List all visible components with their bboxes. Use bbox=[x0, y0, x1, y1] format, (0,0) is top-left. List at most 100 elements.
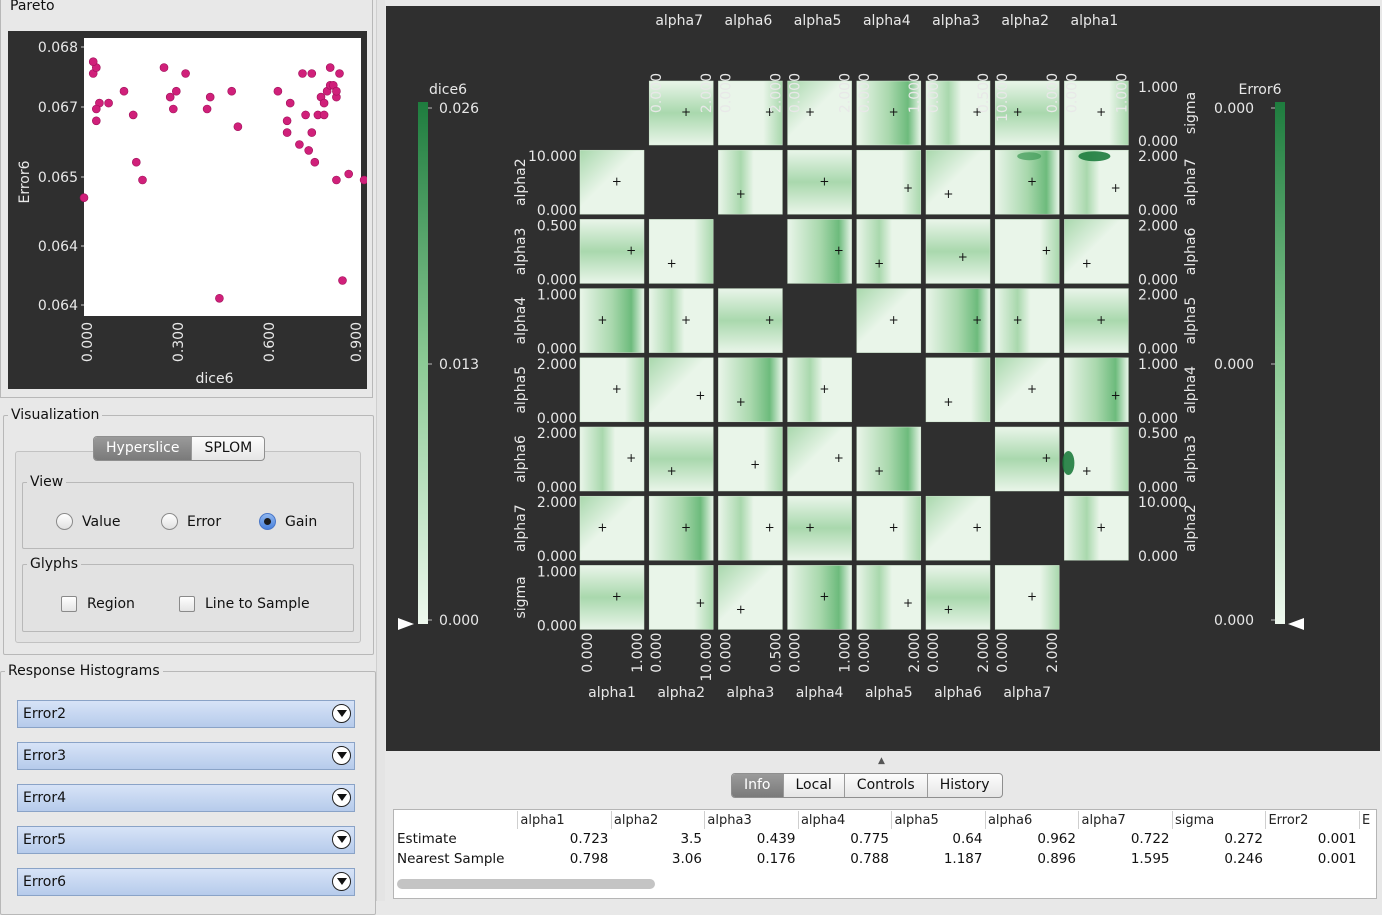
slice-cell[interactable] bbox=[718, 149, 783, 215]
slice-cell[interactable] bbox=[648, 219, 714, 284]
left-colorbar-slider-icon[interactable] bbox=[398, 618, 414, 630]
vertical-splitter[interactable] bbox=[376, 0, 385, 901]
chevron-down-icon[interactable] bbox=[332, 788, 351, 807]
hyperslice-tab[interactable]: Hyperslice bbox=[94, 437, 193, 460]
data-point[interactable] bbox=[159, 63, 169, 72]
column-header[interactable]: alpha5 bbox=[891, 811, 986, 829]
slice-cell[interactable] bbox=[718, 357, 783, 423]
data-point[interactable] bbox=[165, 92, 175, 102]
chevron-down-icon[interactable] bbox=[332, 746, 351, 765]
data-point[interactable] bbox=[298, 69, 307, 78]
row-label: Nearest Sample bbox=[397, 851, 505, 867]
histogram-error5-dropdown[interactable]: Error5 bbox=[17, 826, 355, 854]
data-point[interactable] bbox=[79, 193, 89, 202]
data-point[interactable] bbox=[282, 116, 292, 126]
data-point[interactable] bbox=[92, 104, 101, 114]
data-point[interactable] bbox=[92, 116, 101, 126]
slice-cell[interactable] bbox=[925, 357, 991, 423]
splitter-grip-icon[interactable]: ▲ bbox=[878, 756, 885, 766]
region-checkbox[interactable]: Region bbox=[61, 596, 135, 612]
slice-cell[interactable] bbox=[718, 565, 783, 630]
data-point[interactable] bbox=[119, 86, 129, 96]
column-header[interactable]: alpha7 bbox=[1078, 811, 1173, 829]
column-header[interactable]: alpha6 bbox=[984, 811, 1079, 829]
chevron-down-icon[interactable] bbox=[332, 872, 351, 891]
histogram-error4-dropdown[interactable]: Error4 bbox=[17, 784, 355, 812]
data-point[interactable] bbox=[295, 140, 304, 149]
column-header[interactable]: alpha2 bbox=[610, 811, 705, 829]
data-point[interactable] bbox=[172, 86, 181, 96]
data-point[interactable] bbox=[104, 98, 113, 108]
tab-history[interactable]: History bbox=[928, 774, 1002, 797]
view-gain-radio[interactable]: Gain bbox=[259, 513, 317, 530]
data-point[interactable] bbox=[332, 86, 341, 96]
data-point[interactable] bbox=[335, 69, 344, 78]
left-colorbar[interactable] bbox=[418, 102, 428, 624]
line-to-sample-checkbox[interactable]: Line to Sample bbox=[179, 596, 310, 612]
slice-cell[interactable] bbox=[579, 495, 645, 561]
slice-cell[interactable] bbox=[994, 288, 1060, 353]
data-point[interactable] bbox=[181, 69, 190, 78]
column-header[interactable]: alpha3 bbox=[704, 811, 799, 829]
right-colorbar-slider-icon[interactable] bbox=[1288, 618, 1304, 630]
data-point[interactable] bbox=[325, 63, 335, 72]
data-point[interactable] bbox=[273, 86, 283, 96]
column-header[interactable] bbox=[394, 811, 518, 829]
data-point[interactable] bbox=[88, 57, 98, 67]
hyperslice-matrix[interactable]: + + + + + + + + + + + + + + + + + + + + + + + + + + + + + + + + + + + + + + + +… bbox=[386, 6, 1380, 751]
slice-cell[interactable] bbox=[856, 219, 922, 284]
slice-cell[interactable] bbox=[925, 565, 991, 630]
table-row[interactable]: Nearest Sample 0.798 3.06 0.176 0.788 1.… bbox=[394, 849, 1376, 869]
data-point[interactable] bbox=[301, 110, 310, 120]
column-header[interactable]: alpha1 bbox=[517, 811, 612, 829]
slice-cell[interactable] bbox=[579, 288, 645, 353]
pareto-plot[interactable]: 0.068 0.067 0.065 0.064 0.064 0.000 0.300 0.600… bbox=[8, 31, 369, 389]
pareto-scatter-chart[interactable]: 0.0680.0670.0650.0640.0640.000 0.300 0.600… bbox=[8, 31, 369, 389]
column-header[interactable]: alpha4 bbox=[797, 811, 892, 829]
histogram-error3-dropdown[interactable]: Error3 bbox=[17, 742, 355, 770]
tab-info[interactable]: Info bbox=[732, 774, 784, 797]
data-point[interactable] bbox=[282, 128, 292, 137]
tab-controls[interactable]: Controls bbox=[845, 774, 928, 797]
histogram-error2-dropdown[interactable]: Error2 bbox=[17, 700, 355, 728]
histogram-error6-dropdown[interactable]: Error6 bbox=[17, 868, 355, 896]
hyperslice-view[interactable]: + + + + + + + + + + + + + + + + + + + + + + + + + + + + + + + + + + + + + + + +… bbox=[386, 6, 1380, 751]
slice-cell[interactable] bbox=[787, 495, 852, 561]
data-point[interactable] bbox=[338, 276, 347, 285]
data-point[interactable] bbox=[202, 104, 212, 114]
splom-tab[interactable]: SPLOM bbox=[192, 437, 264, 460]
chevron-down-icon[interactable] bbox=[332, 704, 351, 723]
column-header[interactable]: Error2 bbox=[1265, 811, 1360, 829]
slice-cell[interactable] bbox=[648, 426, 714, 492]
right-colorbar[interactable] bbox=[1275, 102, 1285, 624]
data-point[interactable] bbox=[310, 157, 320, 167]
data-point[interactable] bbox=[227, 86, 236, 96]
data-point[interactable] bbox=[233, 122, 243, 131]
horizontal-scrollbar[interactable] bbox=[397, 879, 655, 889]
column-header[interactable]: sigma bbox=[1171, 811, 1266, 829]
slice-cell[interactable] bbox=[925, 149, 991, 215]
data-point[interactable] bbox=[304, 146, 314, 155]
chevron-down-icon[interactable] bbox=[332, 830, 351, 849]
data-point[interactable] bbox=[307, 128, 317, 137]
data-point[interactable] bbox=[359, 175, 369, 185]
slice-cell[interactable] bbox=[856, 426, 922, 492]
data-point[interactable] bbox=[215, 293, 224, 303]
column-header[interactable]: E bbox=[1358, 811, 1376, 829]
data-point[interactable] bbox=[132, 157, 141, 167]
data-point[interactable] bbox=[205, 92, 215, 102]
data-point[interactable] bbox=[307, 69, 317, 78]
tab-local[interactable]: Local bbox=[784, 774, 845, 797]
data-point[interactable] bbox=[128, 110, 138, 120]
data-point[interactable] bbox=[138, 175, 147, 185]
data-point[interactable] bbox=[285, 98, 295, 108]
table-row[interactable]: Estimate 0.723 3.5 0.439 0.775 0.64 0.96… bbox=[394, 829, 1376, 849]
data-point[interactable] bbox=[344, 169, 354, 179]
slice-cell[interactable] bbox=[1064, 219, 1129, 284]
view-error-radio[interactable]: Error bbox=[161, 513, 221, 530]
data-point[interactable] bbox=[319, 110, 329, 120]
data-point[interactable] bbox=[169, 104, 178, 114]
data-point[interactable] bbox=[332, 175, 341, 185]
data-point[interactable] bbox=[319, 98, 329, 108]
view-value-radio[interactable]: Value bbox=[56, 513, 120, 530]
